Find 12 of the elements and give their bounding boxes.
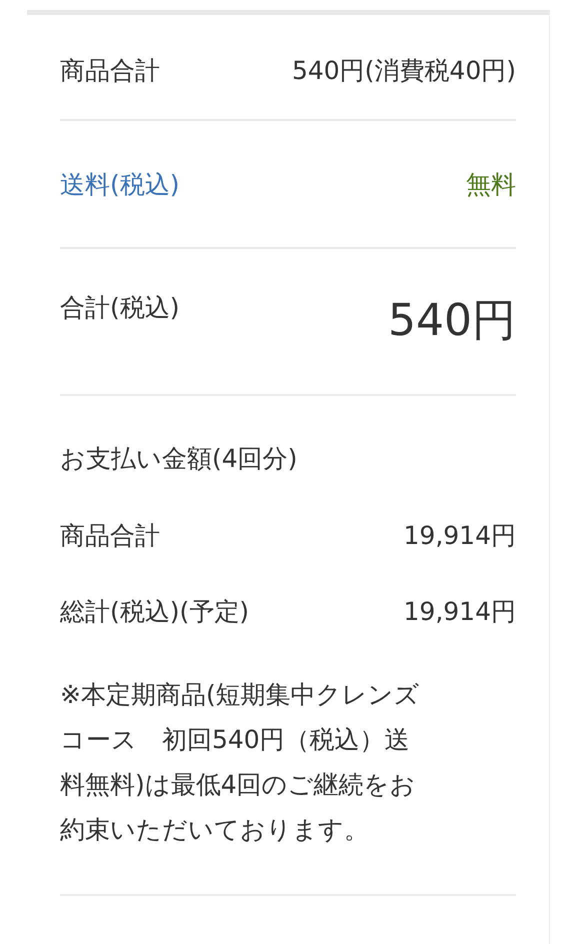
- payment-value: 19,914円: [404, 520, 516, 552]
- payment-heading: お支払い金額(4回分): [60, 443, 298, 475]
- payment-label: 総計(税込)(予定): [60, 596, 250, 628]
- payment-label: 商品合計: [60, 520, 160, 552]
- payment-value: 19,914円: [404, 596, 516, 628]
- subtotal-label: 商品合計: [60, 54, 160, 86]
- total-value: 540円: [388, 294, 516, 348]
- shipping-link[interactable]: 送料(税込): [60, 168, 180, 200]
- subtotal-value: 540円(消費税40円): [292, 54, 516, 86]
- total-label: 合計(税込): [60, 292, 180, 324]
- contract-note: ※本定期商品(短期集中クレンズコース 初回540円（税込）送料無料)は最低4回のご継続をお約束いただいております。: [60, 679, 421, 846]
- shipping-value: 無料: [466, 168, 516, 200]
